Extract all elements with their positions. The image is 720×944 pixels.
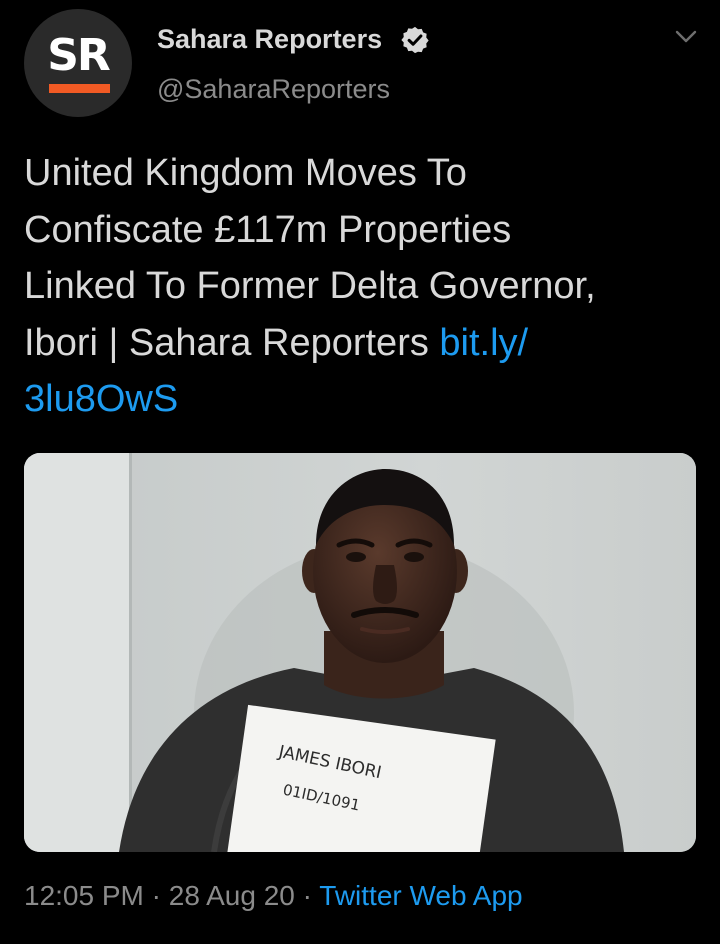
meta-separator: ·: [294, 880, 320, 911]
avatar-logo-bar: [49, 84, 110, 93]
chevron-down-icon[interactable]: [674, 28, 698, 46]
avatar-logo-text: SR: [47, 30, 111, 81]
tweet-meta: 12:05 PM · 28 Aug 20 · Twitter Web App: [24, 878, 523, 914]
tweet-source[interactable]: Twitter Web App: [319, 880, 522, 911]
handle[interactable]: @SaharaReporters: [157, 72, 390, 106]
tweet-text: United Kingdom Moves To Confiscate £117m…: [24, 145, 696, 428]
mugshot-photo: JAMES IBORI 01ID/1091: [24, 453, 696, 852]
meta-separator: ·: [143, 880, 169, 911]
avatar[interactable]: SR: [24, 9, 132, 117]
display-name[interactable]: Sahara Reporters: [157, 22, 382, 56]
verified-badge-icon: [401, 26, 429, 54]
tweet-media[interactable]: JAMES IBORI 01ID/1091: [24, 453, 696, 852]
tweet-time: 12:05 PM: [24, 880, 144, 911]
tweet-date: 28 Aug 20: [168, 880, 295, 911]
